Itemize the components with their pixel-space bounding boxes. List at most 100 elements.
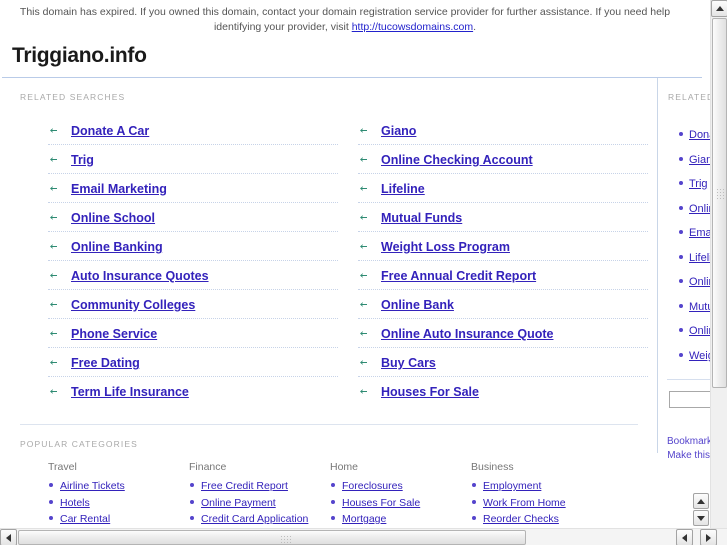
related-search-link[interactable]: Donate A Car <box>71 124 149 138</box>
list-item[interactable]: Foreclosures <box>330 477 471 494</box>
related-searches-right-column: Giano Online Checking Account Lifeline M… <box>358 116 648 406</box>
sidebar-link[interactable]: Online School <box>689 276 710 288</box>
make-this-homepage-link[interactable]: Make this <box>667 449 710 463</box>
list-item[interactable]: Hotels <box>48 494 189 511</box>
scroll-right-button[interactable] <box>700 529 717 545</box>
related-search-link[interactable]: Community Colleges <box>71 298 195 312</box>
list-item[interactable]: Buy Cars <box>358 348 648 377</box>
sidebar-link[interactable]: Mutual Funds <box>689 301 710 313</box>
scroll-up-button[interactable] <box>711 0 727 17</box>
category-link[interactable]: Online Payment <box>201 497 276 509</box>
sidebar-list-item[interactable]: Lifeline <box>657 245 710 270</box>
list-item[interactable]: Online Bank <box>358 290 648 319</box>
related-search-link[interactable]: Online Banking <box>71 240 163 254</box>
list-item[interactable]: Online Auto Insurance Quote <box>358 319 648 348</box>
category-link[interactable]: Credit Card Application <box>201 513 308 525</box>
list-item[interactable]: Free Dating <box>48 348 338 377</box>
category-link[interactable]: Car Rental <box>60 513 110 525</box>
list-item[interactable]: Airline Tickets <box>48 477 189 494</box>
category-link[interactable]: Airline Tickets <box>60 480 125 492</box>
list-item[interactable]: Employment <box>471 477 612 494</box>
sidebar-link[interactable]: Email Marketing <box>689 227 710 239</box>
related-search-link[interactable]: Buy Cars <box>381 356 436 370</box>
list-item[interactable]: Online Checking Account <box>358 145 648 174</box>
list-item[interactable]: Giano <box>358 116 648 145</box>
horizontal-scrollbar[interactable] <box>0 528 727 545</box>
related-search-link[interactable]: Giano <box>381 124 416 138</box>
related-search-link[interactable]: Trig <box>71 153 94 167</box>
category-link[interactable]: Free Credit Report <box>201 480 288 492</box>
related-search-link[interactable]: Auto Insurance Quotes <box>71 269 209 283</box>
related-search-link[interactable]: Houses For Sale <box>381 385 479 399</box>
list-item[interactable]: Trig <box>48 145 338 174</box>
list-item[interactable]: Reorder Checks <box>471 510 612 527</box>
sidebar-list-item[interactable]: Donate A Car <box>657 122 710 147</box>
list-item[interactable]: Houses For Sale <box>330 494 471 511</box>
list-item[interactable]: Free Credit Report <box>189 477 330 494</box>
category-link[interactable]: Work From Home <box>483 497 566 509</box>
list-item[interactable]: Online School <box>48 203 338 232</box>
scroll-left-button[interactable] <box>0 529 17 545</box>
related-search-link[interactable]: Term Life Insurance <box>71 385 189 399</box>
sidebar-list-item[interactable]: Giano <box>657 147 710 172</box>
inner-scroll-left-button[interactable] <box>676 529 693 545</box>
list-item[interactable]: Weight Loss Program <box>358 232 648 261</box>
category-link[interactable]: Foreclosures <box>342 480 403 492</box>
related-search-link[interactable]: Mutual Funds <box>381 211 462 225</box>
list-item[interactable]: Email Marketing <box>48 174 338 203</box>
related-search-link[interactable]: Email Marketing <box>71 182 167 196</box>
list-item[interactable]: Houses For Sale <box>358 377 648 406</box>
sidebar-link[interactable]: Giano <box>689 154 710 166</box>
list-item[interactable]: Free Annual Credit Report <box>358 261 648 290</box>
inner-scroll-up-button[interactable] <box>693 493 709 509</box>
category-link[interactable]: Employment <box>483 480 541 492</box>
related-search-link[interactable]: Online Checking Account <box>381 153 533 167</box>
related-search-link[interactable]: Weight Loss Program <box>381 240 510 254</box>
bookmark-link[interactable]: Bookmark <box>667 435 710 449</box>
category-link[interactable]: Houses For Sale <box>342 497 420 509</box>
list-item[interactable]: Community Colleges <box>48 290 338 319</box>
sidebar-link[interactable]: Trig <box>689 178 708 190</box>
list-item[interactable]: Car Rental <box>48 510 189 527</box>
list-item[interactable]: Mortgage <box>330 510 471 527</box>
sidebar-link[interactable]: Weight Loss Program <box>689 350 710 362</box>
tucows-domains-link[interactable]: http://tucowsdomains.com <box>352 21 473 33</box>
related-search-link[interactable]: Phone Service <box>71 327 157 341</box>
related-search-link[interactable]: Free Dating <box>71 356 140 370</box>
list-item[interactable]: Work From Home <box>471 494 612 511</box>
sidebar-link[interactable]: Donate A Car <box>689 129 710 141</box>
category-link[interactable]: Hotels <box>60 497 90 509</box>
list-item[interactable]: Auto Insurance Quotes <box>48 261 338 290</box>
list-item[interactable]: Donate A Car <box>48 116 338 145</box>
related-search-link[interactable]: Online Auto Insurance Quote <box>381 327 553 341</box>
list-item[interactable]: Online Payment <box>189 494 330 511</box>
inner-scroll-down-button[interactable] <box>693 510 709 526</box>
related-search-link[interactable]: Online Bank <box>381 298 454 312</box>
vertical-scrollbar-thumb[interactable] <box>712 18 727 388</box>
list-item[interactable]: Credit Card Application <box>189 510 330 527</box>
category-link[interactable]: Mortgage <box>342 513 386 525</box>
search-input[interactable] <box>669 391 710 408</box>
sidebar-list-item[interactable]: Trig <box>657 171 710 196</box>
category-link[interactable]: Reorder Checks <box>483 513 559 525</box>
list-item[interactable]: Online Banking <box>48 232 338 261</box>
horizontal-scrollbar-thumb[interactable] <box>18 530 526 545</box>
sidebar-list-item[interactable]: Online Checking Account <box>657 196 710 221</box>
sidebar-list-item[interactable]: Email Marketing <box>657 220 710 245</box>
sidebar-list-item[interactable]: Online Banking <box>657 318 710 343</box>
sidebar-list-item[interactable]: Weight Loss Program <box>657 343 710 368</box>
list-item[interactable]: Lifeline <box>358 174 648 203</box>
sidebar-link[interactable]: Lifeline <box>689 252 710 264</box>
sidebar-list-item[interactable]: Mutual Funds <box>657 294 710 319</box>
related-search-link[interactable]: Online School <box>71 211 155 225</box>
related-search-link[interactable]: Lifeline <box>381 182 425 196</box>
sidebar-link[interactable]: Online Checking Account <box>689 203 710 215</box>
list-item[interactable]: Mutual Funds <box>358 203 648 232</box>
sidebar-link[interactable]: Online Banking <box>689 325 710 337</box>
related-search-link[interactable]: Free Annual Credit Report <box>381 269 536 283</box>
vertical-scrollbar[interactable] <box>710 0 727 545</box>
list-item[interactable]: Term Life Insurance <box>48 377 338 406</box>
sidebar-list-item[interactable]: Online School <box>657 269 710 294</box>
list-item[interactable]: Phone Service <box>48 319 338 348</box>
inner-vertical-scroll-buttons[interactable] <box>693 493 709 526</box>
